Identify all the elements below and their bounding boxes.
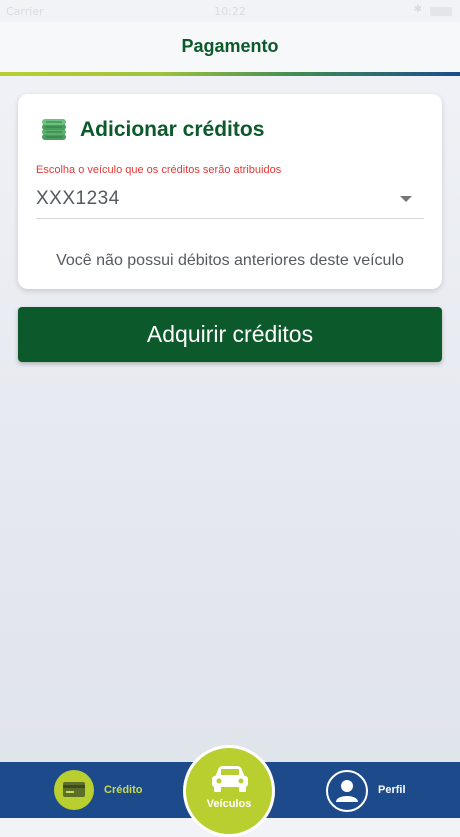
user-icon xyxy=(326,770,368,812)
status-time: 10:22 xyxy=(214,5,246,18)
no-debts-message: Você não possui débitos anteriores deste… xyxy=(56,252,404,269)
tab-credit[interactable]: Crédito xyxy=(54,770,164,812)
add-credits-card: Adicionar créditos Escolha o veículo que… xyxy=(18,94,442,289)
card-icon xyxy=(54,770,94,810)
header-accent-line xyxy=(0,72,460,76)
status-bar: Carrier 10:22 ✱ xyxy=(0,0,460,22)
card-title: Adicionar créditos xyxy=(80,118,265,141)
tab-profile[interactable]: Perfil xyxy=(326,770,426,812)
coins-icon xyxy=(40,116,68,142)
tab-profile-label: Perfil xyxy=(378,784,406,796)
tab-vehicles[interactable]: Veículos xyxy=(183,745,275,837)
header: Pagamento xyxy=(0,22,460,72)
tab-credit-label: Crédito xyxy=(104,784,143,796)
vehicle-select-hint: Escolha o veículo que os créditos serão … xyxy=(36,164,282,176)
vehicle-select-value: XXX1234 xyxy=(36,188,120,209)
buy-credits-button[interactable]: Adquirir créditos xyxy=(18,307,442,362)
vehicle-select[interactable]: XXX1234 xyxy=(36,180,424,219)
buy-credits-label: Adquirir créditos xyxy=(146,321,314,347)
tab-vehicles-label: Veículos xyxy=(206,798,252,810)
page-title: Pagamento xyxy=(181,36,279,56)
chevron-down-icon xyxy=(400,196,412,202)
battery-icon xyxy=(430,7,452,16)
bluetooth-icon: ✱ xyxy=(413,4,422,15)
